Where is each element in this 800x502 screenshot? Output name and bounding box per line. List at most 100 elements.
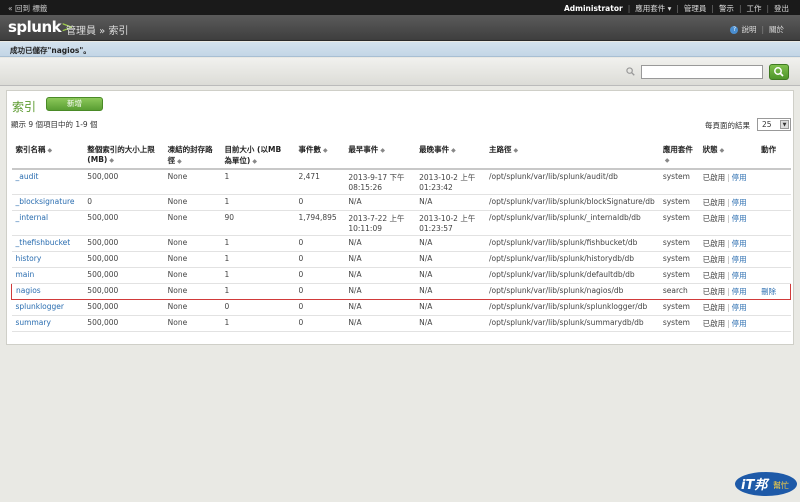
latest-event-cell: N/A — [415, 194, 485, 211]
max-size-cell: 500,000 — [83, 267, 164, 284]
status-cell: 已啟用 | 停用 — [698, 299, 758, 316]
disable-link[interactable]: 停用 — [732, 271, 747, 280]
event-count-cell: 0 — [294, 267, 345, 284]
column-header[interactable]: 事件數 ◆ — [294, 142, 345, 170]
success-notice: 成功已儲存"nagios"。 — [0, 42, 800, 57]
home-path-cell: /opt/splunk/var/lib/splunk/historydb/db — [484, 251, 659, 268]
status-enabled: 已啟用 — [702, 255, 726, 264]
alerts-link[interactable]: 警示 — [714, 3, 739, 14]
latest-event-cell: N/A — [415, 315, 485, 332]
index-name-link[interactable]: _internal — [11, 210, 84, 236]
column-header[interactable]: 最晚事件 ◆ — [415, 142, 485, 170]
manager-link[interactable]: 管理員 — [679, 3, 712, 14]
index-name-link[interactable]: splunklogger — [11, 299, 84, 316]
about-link[interactable]: 關於 — [769, 24, 784, 35]
latest-event-cell: N/A — [415, 251, 485, 268]
event-count-cell: 0 — [294, 194, 345, 211]
current-size-cell: 1 — [220, 235, 295, 252]
search-button[interactable] — [769, 64, 789, 80]
disable-link[interactable]: 停用 — [732, 287, 747, 296]
app-header: splunk> 管理員 » 索引 ? 說明 | 關於 — [0, 15, 800, 41]
action-cell — [757, 251, 791, 268]
splunk-logo[interactable]: splunk> — [8, 18, 74, 36]
column-header: 動作 — [757, 142, 791, 170]
column-header[interactable]: 狀態 ◆ — [698, 142, 758, 170]
column-header[interactable]: 整個索引的大小上限 (MB) ◆ — [83, 142, 164, 170]
current-size-cell: 0 — [220, 299, 295, 316]
app-cell: system — [658, 251, 699, 268]
apps-menu[interactable]: 應用套件 ▾ — [630, 3, 676, 14]
column-header[interactable]: 最早事件 ◆ — [344, 142, 416, 170]
indexes-panel: 索引 新增 顯示 9 個項目中的 1-9 個 每頁面的結果 25 ▼ 索引名稱 ◆… — [6, 90, 794, 345]
current-size-cell: 1 — [220, 169, 295, 195]
app-cell: system — [658, 194, 699, 211]
per-page-label: 每頁面的結果 — [705, 121, 750, 130]
action-cell — [757, 194, 791, 211]
index-name-link[interactable]: main — [11, 267, 84, 284]
index-name-link[interactable]: _thefishbucket — [11, 235, 84, 252]
watermark-sub: 幫忙 — [773, 480, 789, 490]
index-name-link[interactable]: _blocksignature — [11, 194, 84, 211]
frozen-path-cell: None — [163, 210, 221, 236]
event-count-cell: 0 — [294, 251, 345, 268]
search-input[interactable] — [641, 65, 763, 79]
table-row: _internal 500,000 None 90 1,794,895 2013-7-22… — [11, 210, 791, 236]
user-menu[interactable]: Administrator — [559, 4, 628, 13]
logout-link[interactable]: 登出 — [769, 3, 794, 14]
column-header[interactable]: 索引名稱 ◆ — [11, 142, 84, 170]
max-size-cell: 500,000 — [83, 315, 164, 332]
watermark-brand: iT邦 — [741, 477, 770, 493]
app-cell: system — [658, 169, 699, 195]
table-row: nagios 500,000 None 1 0 N/A N/A/opt/splunk/var… — [11, 283, 792, 300]
index-name-link[interactable]: _audit — [11, 169, 84, 195]
status-cell: 已啟用 | 停用 — [698, 251, 758, 268]
current-size-cell: 1 — [220, 194, 295, 211]
max-size-cell: 500,000 — [83, 210, 164, 236]
app-cell: search — [658, 283, 699, 300]
search-bar — [0, 58, 800, 86]
home-path-cell: /opt/splunk/var/lib/splunk/audit/db — [484, 169, 659, 195]
frozen-path-cell: None — [163, 267, 221, 284]
max-size-cell: 500,000 — [83, 169, 164, 195]
search-icon — [626, 67, 635, 76]
status-enabled: 已啟用 — [702, 319, 726, 328]
index-name-link[interactable]: history — [11, 251, 84, 268]
page-title: 索引 — [12, 100, 37, 114]
current-size-cell: 1 — [220, 251, 295, 268]
disable-link[interactable]: 停用 — [732, 198, 747, 207]
action-cell[interactable]: 刪除 — [757, 283, 792, 300]
current-size-cell: 1 — [220, 267, 295, 284]
disable-link[interactable]: 停用 — [732, 173, 747, 182]
table-row: splunklogger 500,000 None 0 0 N/A N/A/opt/splu… — [11, 299, 791, 316]
current-size-cell: 90 — [220, 210, 295, 236]
disable-link[interactable]: 停用 — [732, 303, 747, 312]
max-size-cell: 500,000 — [83, 299, 164, 316]
index-name-link[interactable]: summary — [11, 315, 84, 332]
disable-link[interactable]: 停用 — [732, 255, 747, 264]
status-cell: 已啟用 | 停用 — [698, 169, 758, 195]
column-header[interactable]: 目前大小 (以MB 為單位) ◆ — [220, 142, 295, 170]
jobs-link[interactable]: 工作 — [741, 3, 766, 14]
event-count-cell: 0 — [294, 315, 345, 332]
per-page-select[interactable]: 25 ▼ — [757, 118, 791, 131]
action-cell — [757, 267, 791, 284]
column-header[interactable]: 應用套件◆ — [658, 142, 699, 170]
column-header[interactable]: 凍結的封存路徑 ◆ — [163, 142, 221, 170]
earliest-event-cell: N/A — [344, 299, 416, 316]
disable-link[interactable]: 停用 — [732, 239, 747, 248]
event-count-cell: 2,471 — [294, 169, 345, 195]
new-index-button[interactable]: 新增 — [46, 97, 103, 111]
action-cell — [757, 169, 791, 195]
index-name-link[interactable]: nagios — [11, 283, 84, 300]
help-link[interactable]: 說明 — [741, 24, 756, 35]
table-row: _blocksignature 0 None 1 0 N/A N/A/opt/splunk/… — [11, 194, 791, 211]
status-enabled: 已啟用 — [702, 271, 726, 280]
home-path-cell: /opt/splunk/var/lib/splunk/defaultdb/db — [484, 267, 659, 284]
back-link[interactable]: « 回到 標籤 — [8, 3, 47, 14]
status-enabled: 已啟用 — [702, 198, 726, 207]
disable-link[interactable]: 停用 — [732, 214, 747, 223]
status-enabled: 已啟用 — [702, 287, 726, 296]
column-header[interactable]: 主路徑 ◆ — [484, 142, 659, 170]
disable-link[interactable]: 停用 — [732, 319, 747, 328]
status-cell: 已啟用 | 停用 — [698, 283, 758, 300]
